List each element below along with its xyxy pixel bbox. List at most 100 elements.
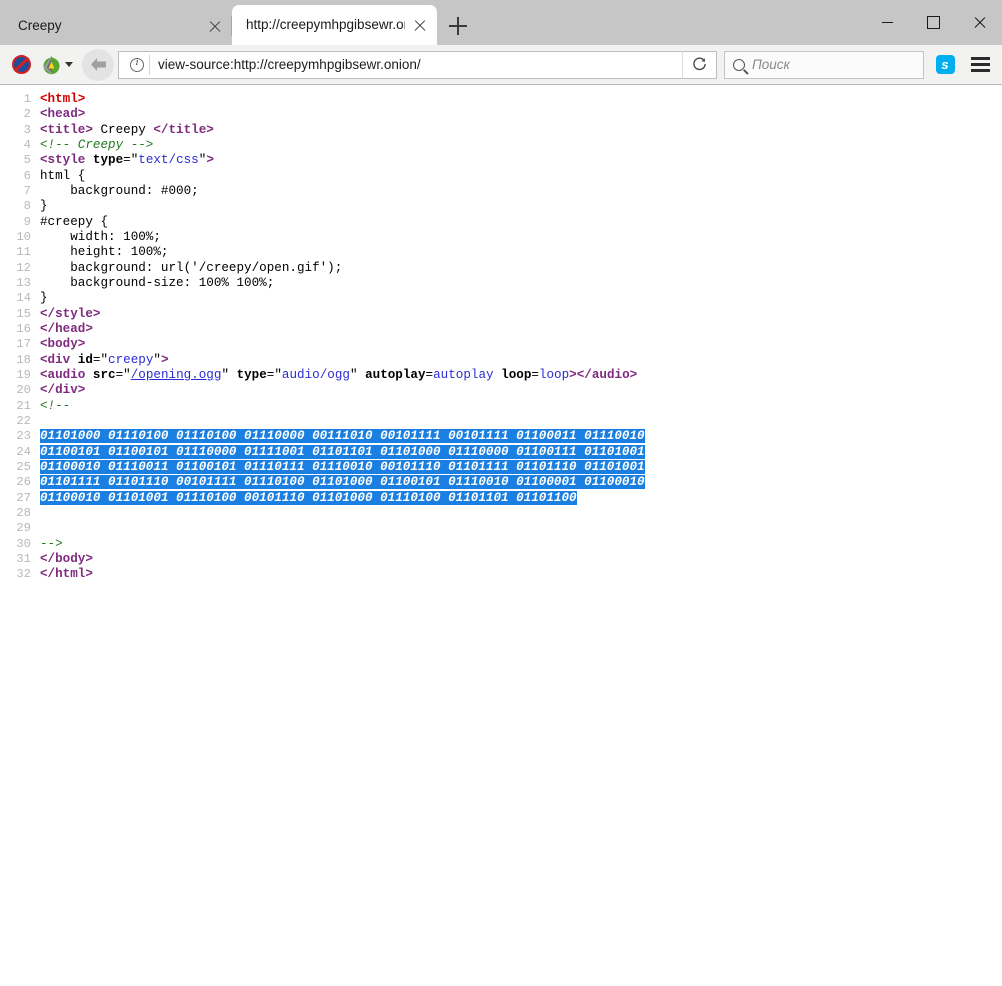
- maximize-button[interactable]: [910, 0, 956, 45]
- line-number: 6: [0, 169, 40, 184]
- source-line: 11 height: 100%;: [0, 245, 1002, 260]
- source-line: 8}: [0, 199, 1002, 214]
- code-token: }: [40, 199, 48, 213]
- tab-close-icon[interactable]: [204, 15, 226, 37]
- code-token: loop: [501, 368, 531, 382]
- line-number: 32: [0, 567, 40, 582]
- code-token: =": [93, 353, 108, 367]
- line-number: 11: [0, 245, 40, 260]
- source-line: 4<!-- Creepy -->: [0, 138, 1002, 153]
- line-number: 28: [0, 506, 40, 521]
- reload-button[interactable]: [682, 51, 716, 79]
- source-line: 9#creepy {: [0, 215, 1002, 230]
- source-link[interactable]: /opening.ogg: [131, 368, 222, 382]
- source-line: 14}: [0, 291, 1002, 306]
- minimize-button[interactable]: [864, 0, 910, 45]
- source-line: 2401100101 01100101 01110000 01111001 01…: [0, 445, 1002, 460]
- code-token: ": [153, 353, 161, 367]
- highlighted-binary-text[interactable]: 01100101 01100101 01110000 01111001 0110…: [40, 445, 645, 459]
- hamburger-menu-icon[interactable]: [964, 50, 996, 80]
- code-token: </title>: [153, 123, 213, 137]
- line-content: background: url('/creepy/open.gif');: [40, 261, 1002, 276]
- code-token: Creepy: [93, 123, 153, 137]
- browser-tab-view-source[interactable]: http://creepymhpgibsewr.oni...: [232, 5, 437, 45]
- line-content: </body>: [40, 552, 1002, 567]
- line-content: 01100101 01100101 01110000 01111001 0110…: [40, 445, 1002, 460]
- skype-icon: s: [936, 55, 955, 74]
- line-number: 19: [0, 368, 40, 383]
- code-token: creepy: [108, 353, 153, 367]
- search-bar[interactable]: Поиск: [724, 51, 924, 79]
- code-token: >: [161, 353, 169, 367]
- code-token: html {: [40, 169, 85, 183]
- highlighted-binary-text[interactable]: 01101000 01110100 01110100 01110000 0011…: [40, 429, 645, 443]
- line-content: <style type="text/css">: [40, 153, 1002, 168]
- code-token: <style: [40, 153, 85, 167]
- code-token: </audio>: [577, 368, 637, 382]
- window-controls: [864, 0, 1002, 45]
- close-window-button[interactable]: [956, 0, 1002, 45]
- code-token: <html>: [40, 92, 85, 106]
- code-token: [70, 353, 78, 367]
- search-input[interactable]: Поиск: [752, 57, 790, 72]
- address-bar[interactable]: view-source:http://creepymhpgibsewr.onio…: [118, 51, 717, 79]
- line-number: 20: [0, 383, 40, 398]
- noscript-icon[interactable]: [6, 50, 36, 80]
- navigation-toolbar: view-source:http://creepymhpgibsewr.onio…: [0, 45, 1002, 85]
- line-number: 23: [0, 429, 40, 444]
- line-content: height: 100%;: [40, 245, 1002, 260]
- line-number: 3: [0, 123, 40, 138]
- code-token: =": [116, 368, 131, 382]
- code-token: width: 100%;: [40, 230, 161, 244]
- line-content: </html>: [40, 567, 1002, 582]
- line-content: #creepy {: [40, 215, 1002, 230]
- address-bar-input[interactable]: view-source:http://creepymhpgibsewr.onio…: [154, 57, 682, 72]
- line-number: 27: [0, 491, 40, 506]
- line-number: 10: [0, 230, 40, 245]
- source-line: 17<body>: [0, 337, 1002, 352]
- code-token: <body>: [40, 337, 85, 351]
- line-number: 24: [0, 445, 40, 460]
- highlighted-binary-text[interactable]: 01100010 01110011 01100101 01110111 0111…: [40, 460, 645, 474]
- line-number: 21: [0, 399, 40, 414]
- page-info-icon[interactable]: [125, 52, 149, 78]
- line-content: width: 100%;: [40, 230, 1002, 245]
- line-content: html {: [40, 169, 1002, 184]
- line-content: 01100010 01101001 01110100 00101110 0110…: [40, 491, 1002, 506]
- line-number: 4: [0, 138, 40, 153]
- line-content: 01101111 01101110 00101111 01110100 0110…: [40, 475, 1002, 490]
- line-number: 5: [0, 153, 40, 168]
- line-content: <!--: [40, 399, 1002, 414]
- code-token: }: [40, 291, 48, 305]
- source-line: 2<head>: [0, 107, 1002, 122]
- tab-title: Creepy: [18, 19, 200, 33]
- source-code-listing: 1<html>2<head>3<title> Creepy </title>4<…: [0, 92, 1002, 583]
- url-divider: [149, 55, 150, 75]
- new-tab-button[interactable]: [441, 9, 475, 43]
- line-content: <body>: [40, 337, 1002, 352]
- highlighted-binary-text[interactable]: 01101111 01101110 00101111 01110100 0110…: [40, 475, 645, 489]
- highlighted-binary-text[interactable]: 01100010 01101001 01110100 00101110 0110…: [40, 491, 577, 505]
- code-token: >: [206, 153, 214, 167]
- source-line: 20</div>: [0, 383, 1002, 398]
- source-line: 2701100010 01101001 01110100 00101110 01…: [0, 491, 1002, 506]
- code-token: =": [267, 368, 282, 382]
- back-arrow-icon: [90, 57, 107, 72]
- skype-extension-button[interactable]: s: [930, 50, 960, 80]
- line-number: 16: [0, 322, 40, 337]
- source-line: 1<html>: [0, 92, 1002, 107]
- source-line: 7 background: #000;: [0, 184, 1002, 199]
- code-token: background: #000;: [40, 184, 199, 198]
- line-number: 30: [0, 537, 40, 552]
- line-number: 12: [0, 261, 40, 276]
- line-number: 2: [0, 107, 40, 122]
- source-line: 19<audio src="/opening.ogg" type="audio/…: [0, 368, 1002, 383]
- tab-close-icon[interactable]: [409, 14, 431, 36]
- line-number: 17: [0, 337, 40, 352]
- browser-tab-creepy[interactable]: Creepy: [0, 7, 232, 45]
- tor-onion-icon[interactable]: [36, 50, 76, 80]
- view-source-content: 1<html>2<head>3<title> Creepy </title>4<…: [0, 85, 1002, 986]
- line-content: }: [40, 199, 1002, 214]
- line-content: background-size: 100% 100%;: [40, 276, 1002, 291]
- back-button[interactable]: [82, 49, 114, 81]
